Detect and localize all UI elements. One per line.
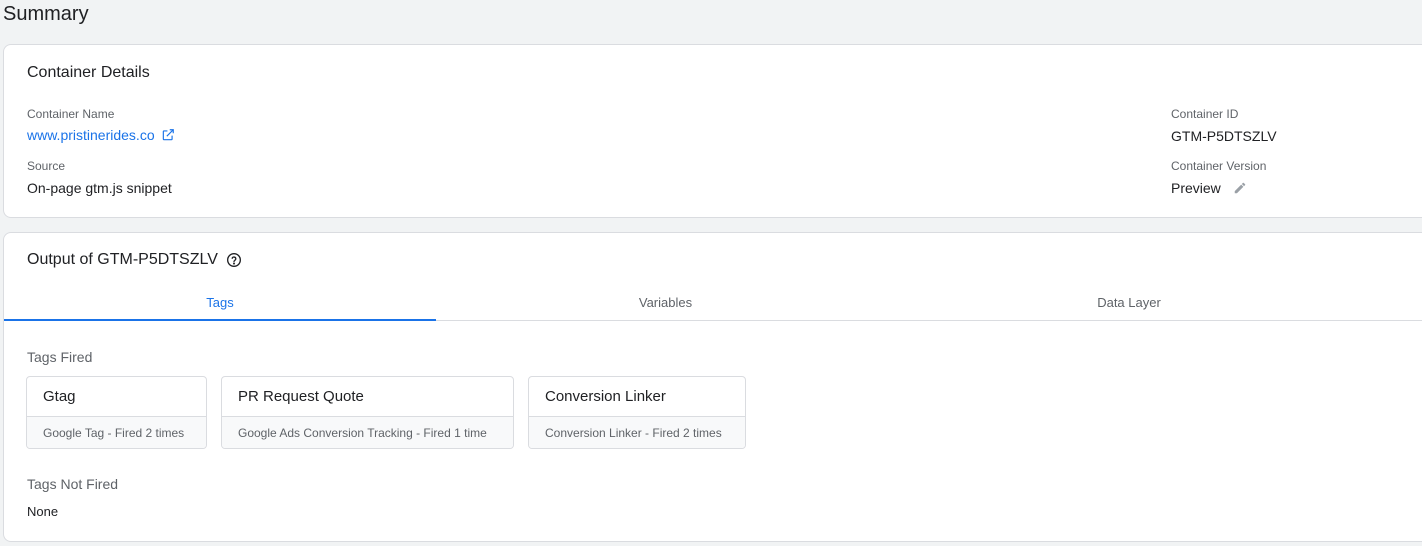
container-name-link[interactable]: www.pristinerides.co bbox=[27, 127, 175, 143]
container-id-label: Container ID bbox=[1171, 107, 1239, 121]
container-name-value: www.pristinerides.co bbox=[27, 127, 155, 143]
open-in-new-icon bbox=[162, 129, 174, 141]
tag-name: Conversion Linker bbox=[529, 377, 745, 417]
output-tabs: Tags Variables Data Layer bbox=[4, 285, 1422, 321]
container-details-title: Container Details bbox=[27, 64, 150, 81]
container-version-label: Container Version bbox=[1171, 159, 1267, 173]
container-name-label: Container Name bbox=[27, 107, 115, 121]
tag-name: PR Request Quote bbox=[222, 377, 513, 417]
source-value: On-page gtm.js snippet bbox=[27, 180, 172, 196]
tag-detail: Google Ads Conversion Tracking - Fired 1… bbox=[222, 417, 513, 448]
tag-detail: Google Tag - Fired 2 times bbox=[27, 417, 206, 448]
output-card: Output of GTM-P5DTSZLV Tags Variables Da… bbox=[3, 232, 1422, 542]
tab-tags[interactable]: Tags bbox=[4, 285, 436, 321]
container-details-card: Container Details Container Name www.pri… bbox=[3, 44, 1422, 218]
page-title: Summary bbox=[3, 3, 89, 25]
tab-variables[interactable]: Variables bbox=[436, 285, 895, 320]
tags-not-fired-label: Tags Not Fired bbox=[27, 476, 119, 492]
tag-name: Gtag bbox=[27, 377, 206, 417]
tags-fired-list: Gtag Google Tag - Fired 2 times PR Reque… bbox=[26, 376, 746, 449]
output-title: Output of GTM-P5DTSZLV bbox=[27, 251, 218, 268]
container-id-value: GTM-P5DTSZLV bbox=[1171, 128, 1277, 144]
source-label: Source bbox=[27, 159, 66, 173]
pencil-icon[interactable] bbox=[1233, 181, 1247, 195]
tag-card-gtag[interactable]: Gtag Google Tag - Fired 2 times bbox=[26, 376, 207, 449]
tab-data-layer[interactable]: Data Layer bbox=[895, 285, 1363, 320]
tags-not-fired-value: None bbox=[27, 504, 59, 519]
tag-card-conversion-linker[interactable]: Conversion Linker Conversion Linker - Fi… bbox=[528, 376, 746, 449]
tags-fired-label: Tags Fired bbox=[27, 349, 93, 365]
help-circle-icon[interactable] bbox=[226, 252, 242, 268]
tag-card-pr-request-quote[interactable]: PR Request Quote Google Ads Conversion T… bbox=[221, 376, 514, 449]
container-version-value: Preview bbox=[1171, 180, 1221, 196]
tag-detail: Conversion Linker - Fired 2 times bbox=[529, 417, 745, 448]
